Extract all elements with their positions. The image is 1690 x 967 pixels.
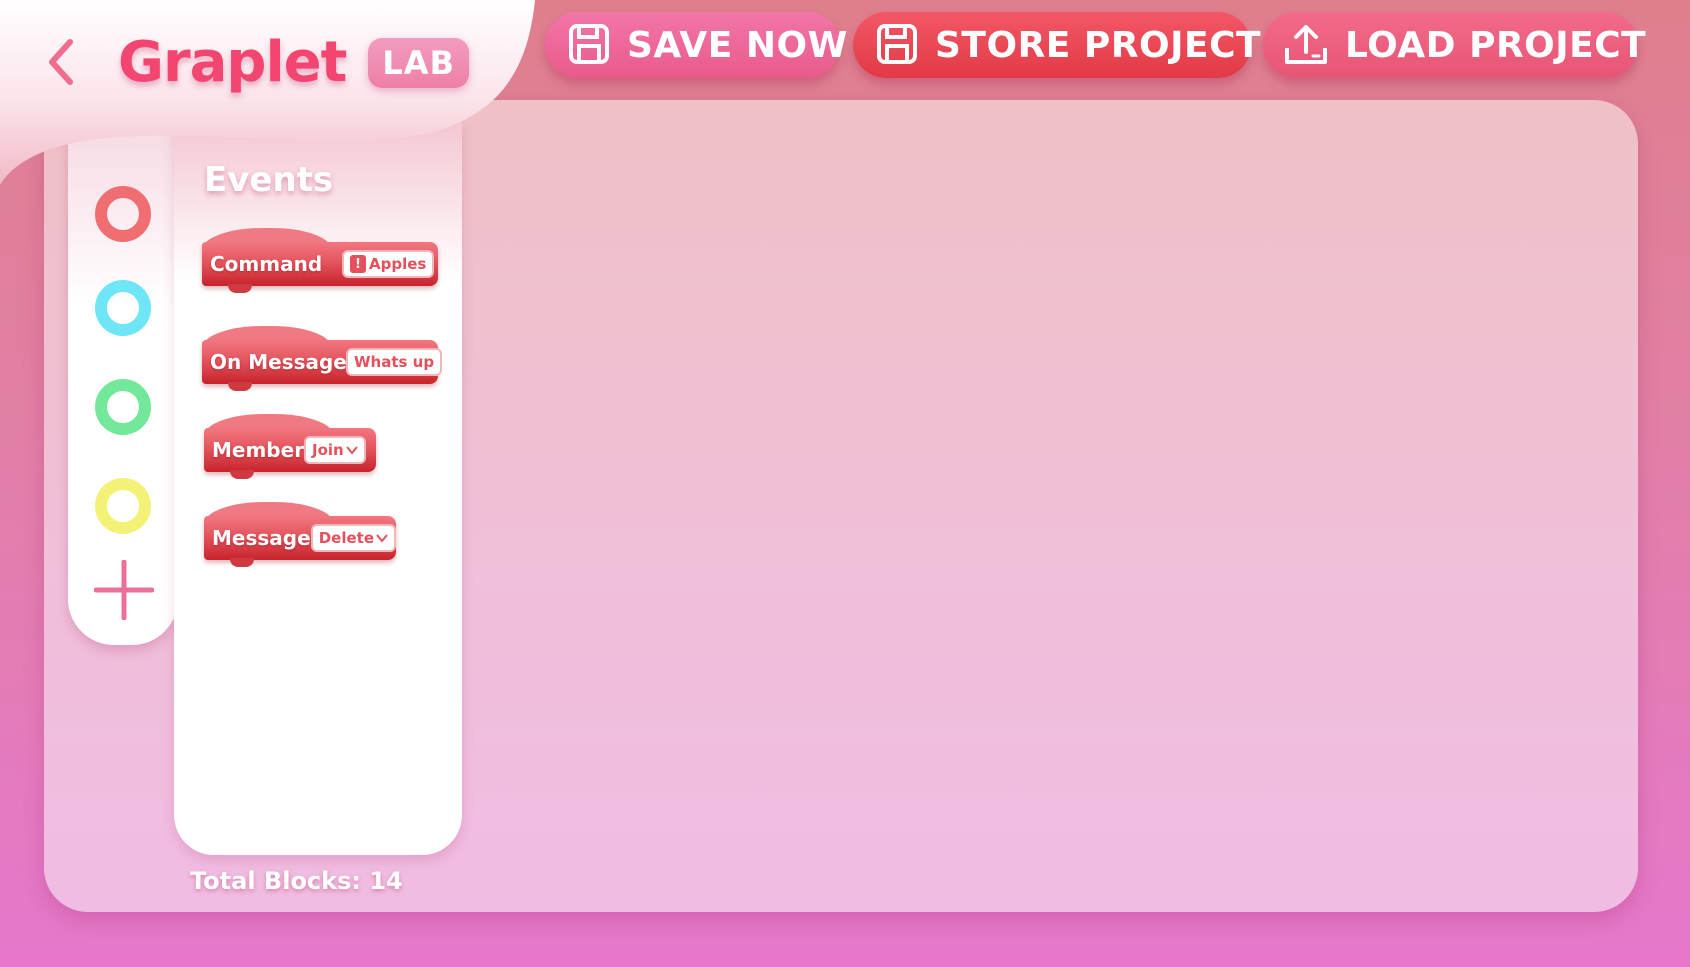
upload-icon [1283, 22, 1329, 68]
category-color-rail [68, 120, 178, 645]
block-label: On Message [210, 350, 347, 374]
save-icon [567, 22, 611, 68]
block-dropdown[interactable]: Join [304, 436, 366, 464]
back-button[interactable] [40, 34, 80, 90]
green-category-ring-icon[interactable] [91, 375, 155, 439]
cyan-category-ring-icon[interactable] [91, 276, 155, 340]
save-now-button[interactable]: SAVE NOW [545, 12, 847, 78]
save-icon [875, 22, 919, 68]
load-project-button[interactable]: LOAD PROJECT [1263, 12, 1646, 78]
plus-icon[interactable] [94, 560, 154, 620]
yellow-category-ring-icon[interactable] [91, 474, 155, 538]
chevron-left-icon [49, 39, 73, 85]
block-label: Command [210, 252, 323, 276]
chevron-down-icon [345, 445, 358, 455]
block-label: Message [212, 526, 311, 550]
store-project-button[interactable]: STORE PROJECT [853, 12, 1261, 78]
block-label: Member [212, 438, 305, 462]
store-project-label: STORE PROJECT [935, 24, 1262, 66]
save-now-label: SAVE NOW [627, 24, 848, 66]
chevron-down-icon [376, 533, 388, 543]
warning-icon: ! [350, 255, 366, 273]
block-dropdown[interactable]: Delete [310, 524, 396, 552]
app-brand: Graplet LAB [118, 30, 469, 95]
block-input[interactable]: ! Apples [342, 250, 435, 278]
block-palette: Events Command ! Apples On Message Whats… [174, 120, 462, 855]
app-badge: LAB [368, 37, 469, 88]
block-input[interactable]: Whats up [346, 348, 443, 376]
total-blocks-count: Total Blocks: 14 [190, 867, 403, 895]
load-project-label: LOAD PROJECT [1345, 24, 1647, 66]
app-title: Graplet [118, 30, 347, 95]
